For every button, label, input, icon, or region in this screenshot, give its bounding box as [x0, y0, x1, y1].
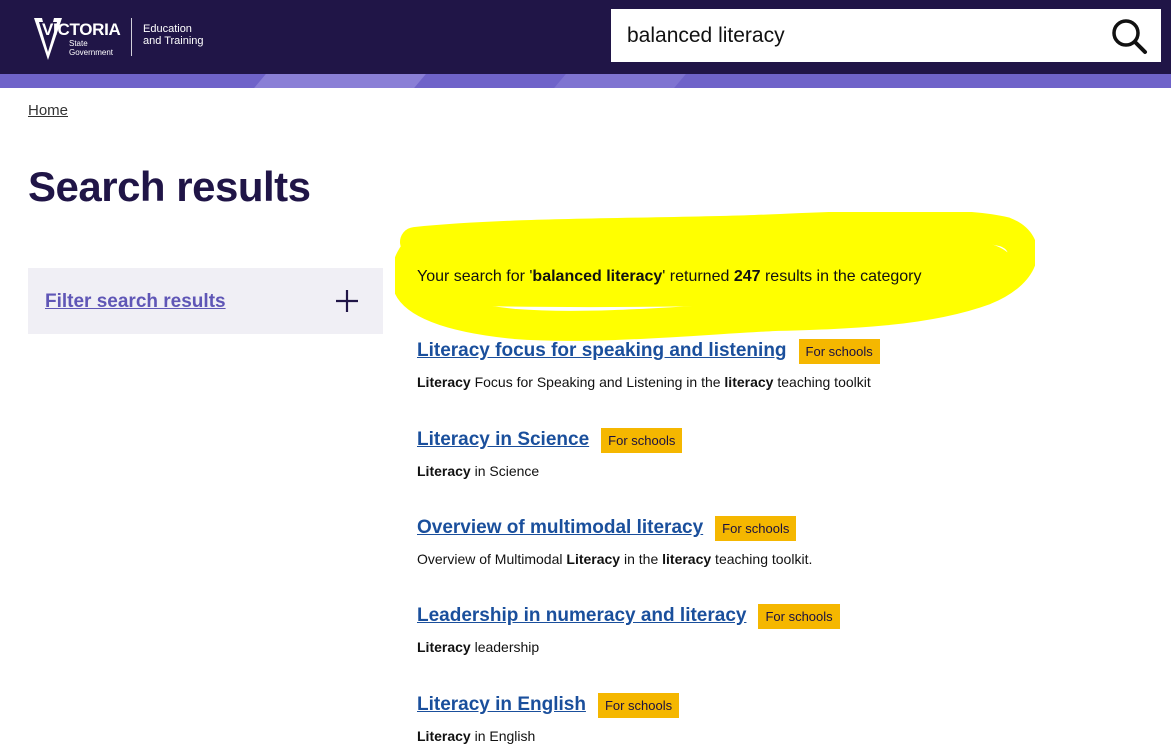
results-summary: Your search for 'balanced literacy' retu…: [417, 268, 921, 286]
keyword-highlight: Literacy: [417, 463, 471, 479]
results-count: 247: [733, 268, 761, 285]
description-text: teaching toolkit: [773, 374, 871, 390]
logo-divider: [131, 18, 132, 56]
category-badge: For schools: [758, 603, 840, 629]
description-text: in Science: [470, 463, 540, 479]
breadcrumb-home[interactable]: Home: [28, 102, 68, 119]
plus-icon: [336, 290, 358, 312]
keyword-highlight: Literacy: [417, 639, 471, 655]
filter-label[interactable]: Filter search results: [45, 291, 226, 313]
result-description: Literacy Focus for Speaking and Listenin…: [417, 374, 1117, 390]
description-text: in the: [620, 551, 663, 567]
result-title-link[interactable]: Overview of multimodal literacy: [417, 517, 703, 539]
keyword-highlight: Literacy: [417, 728, 471, 744]
site-header: VICTORIA State Government Education and …: [0, 0, 1171, 88]
result-description: Literacy leadership: [417, 639, 1117, 655]
logo-state-text: State Government: [69, 39, 113, 57]
category-badge: For schools: [601, 427, 683, 453]
search-input[interactable]: [627, 18, 1097, 54]
page-title: Search results: [28, 163, 311, 210]
description-text: Overview of Multimodal: [417, 551, 567, 567]
search-result: Overview of multimodal literacy For scho…: [417, 515, 1117, 567]
filter-toggle[interactable]: Filter search results: [28, 268, 383, 334]
search-result: Literacy focus for speaking and listenin…: [417, 338, 1117, 390]
description-text: leadership: [470, 639, 540, 655]
result-title-link[interactable]: Literacy focus for speaking and listenin…: [417, 340, 787, 362]
logo-dept-line: Education: [143, 23, 192, 35]
category-badge: For schools: [715, 515, 797, 541]
result-description: Overview of Multimodal Literacy in the l…: [417, 551, 1117, 567]
search-result: Literacy in English For schools Literacy…: [417, 692, 1117, 744]
search-result: Leadership in numeracy and literacy For …: [417, 603, 1117, 655]
keyword-highlight: Literacy: [417, 374, 471, 390]
description-text: Focus for Speaking and Listening in the: [470, 374, 725, 390]
search-box: [611, 9, 1161, 62]
result-description: Literacy in English: [417, 728, 1117, 744]
logo-department-text: Education and Training: [143, 23, 204, 47]
search-button[interactable]: [1109, 16, 1149, 56]
category-badge: For schools: [798, 338, 880, 364]
search-result: Literacy in Science For schools Literacy…: [417, 427, 1117, 479]
header-band-accent: [554, 74, 686, 88]
logo-wordmark: VICTORIA: [42, 20, 121, 39]
keyword-highlight: literacy: [662, 551, 712, 567]
result-title-link[interactable]: Leadership in numeracy and literacy: [417, 605, 746, 627]
logo-dept-line: and Training: [143, 35, 204, 47]
category-badge: For schools: [597, 692, 680, 718]
logo-state-line: State: [69, 39, 88, 48]
result-description: Literacy in Science: [417, 463, 1117, 479]
result-title-link[interactable]: Literacy in Science: [417, 429, 589, 451]
summary-query: balanced literacy: [532, 268, 663, 285]
logo-state-line: Government: [69, 48, 114, 57]
header-band-accent: [254, 74, 426, 88]
result-title-link[interactable]: Literacy in English: [417, 694, 586, 716]
site-logo[interactable]: VICTORIA State Government Education and …: [28, 8, 218, 64]
search-icon: [1112, 19, 1147, 54]
description-text: teaching toolkit.: [711, 551, 813, 567]
keyword-highlight: literacy: [724, 374, 774, 390]
summary-text: Your search for ': [417, 268, 533, 285]
summary-text: ' returned: [662, 268, 734, 285]
description-text: in English: [470, 728, 536, 744]
summary-text: results in the category: [760, 268, 922, 285]
keyword-highlight: Literacy: [566, 551, 621, 567]
